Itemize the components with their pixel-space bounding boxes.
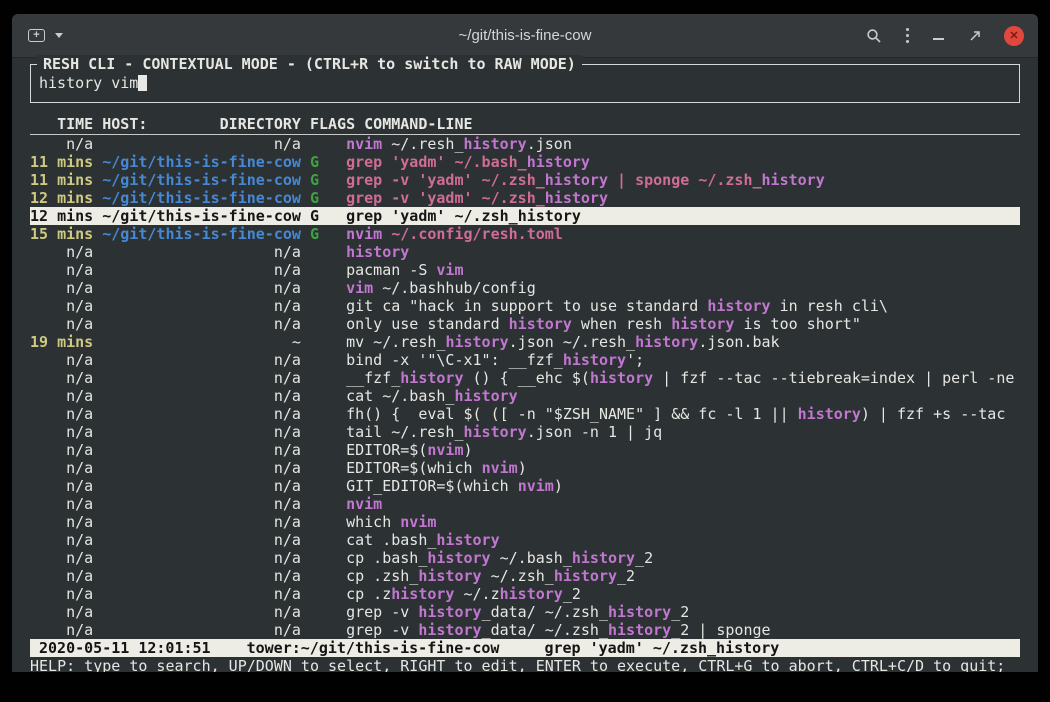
- history-rows: n/a n/a nvim ~/.resh_history.json11 mins…: [30, 135, 1020, 639]
- query-text: history vim: [39, 74, 138, 92]
- status-location: tower:~/git/this-is-fine-cow: [247, 639, 500, 657]
- terminal-content: RESH CLI - CONTEXTUAL MODE - (CTRL+R to …: [12, 58, 1038, 672]
- history-row[interactable]: n/a n/a cp .bash_history ~/.bash_history…: [30, 549, 1020, 567]
- history-row[interactable]: 11 mins ~/git/this-is-fine-cow G grep -v…: [30, 171, 1020, 189]
- chevron-down-icon: [55, 33, 63, 38]
- history-row[interactable]: n/a n/a history: [30, 243, 1020, 261]
- terminal-window: ~/git/this-is-fine-cow +: [12, 14, 1038, 672]
- history-row[interactable]: n/a n/a cat ~/.bash_history: [30, 387, 1020, 405]
- search-input[interactable]: history vim: [39, 74, 1011, 92]
- history-row[interactable]: n/a n/a which nvim: [30, 513, 1020, 531]
- history-row[interactable]: n/a n/a grep -v history_data/ ~/.zsh_his…: [30, 621, 1020, 639]
- history-row[interactable]: n/a n/a cp .zsh_history ~/.zsh_history_2: [30, 567, 1020, 585]
- status-bar: 2020-05-11 12:01:51 tower:~/git/this-is-f…: [30, 639, 1020, 657]
- history-row[interactable]: n/a n/a cp .zhistory ~/.zhistory_2: [30, 585, 1020, 603]
- history-row[interactable]: 12 mins ~/git/this-is-fine-cow G grep -v…: [30, 189, 1020, 207]
- titlebar: ~/git/this-is-fine-cow +: [12, 14, 1038, 58]
- status-command: grep 'yadm' ~/.zsh_history: [544, 639, 779, 657]
- help-line: HELP: type to search, UP/DOWN to select,…: [30, 657, 1020, 672]
- history-row[interactable]: n/a n/a nvim: [30, 495, 1020, 513]
- history-row[interactable]: 15 mins ~/git/this-is-fine-cow G nvim ~/…: [30, 225, 1020, 243]
- status-timestamp: 2020-05-11 12:01:51: [39, 639, 211, 657]
- history-row[interactable]: n/a n/a EDITOR=$(nvim): [30, 441, 1020, 459]
- history-row[interactable]: 12 mins ~/git/this-is-fine-cow G grep 'y…: [30, 207, 1020, 225]
- text-cursor: [138, 75, 147, 91]
- tab-list-dropdown-button[interactable]: [53, 31, 65, 40]
- history-row[interactable]: n/a n/a tail ~/.resh_history.json -n 1 |…: [30, 423, 1020, 441]
- search-button[interactable]: [864, 26, 884, 46]
- history-row[interactable]: n/a n/a fh() { eval $( ([ -n "$ZSH_NAME"…: [30, 405, 1020, 423]
- history-row[interactable]: n/a n/a pacman -S vim: [30, 261, 1020, 279]
- history-row[interactable]: n/a n/a vim ~/.bashhub/config: [30, 279, 1020, 297]
- history-row[interactable]: n/a n/a EDITOR=$(which nvim): [30, 459, 1020, 477]
- search-icon: [866, 28, 882, 44]
- table-header: TIME HOST: DIRECTORY FLAGS COMMAND-LINE: [30, 115, 1020, 135]
- restore-button[interactable]: [966, 27, 984, 45]
- history-row[interactable]: n/a n/a bind -x '"\C-x1": __fzf_history'…: [30, 351, 1020, 369]
- history-row[interactable]: n/a n/a git ca "hack in support to use s…: [30, 297, 1020, 315]
- history-row[interactable]: n/a n/a grep -v history_data/ ~/.zsh_his…: [30, 603, 1020, 621]
- history-row[interactable]: n/a n/a __fzf_history () { __ehc $(histo…: [30, 369, 1020, 387]
- kebab-menu-icon: [906, 28, 910, 44]
- close-button[interactable]: ✕: [1004, 26, 1024, 46]
- history-row[interactable]: n/a n/a nvim ~/.resh_history.json: [30, 135, 1020, 153]
- frame-title: RESH CLI - CONTEXTUAL MODE - (CTRL+R to …: [37, 55, 582, 73]
- history-row[interactable]: n/a n/a cat .bash_history: [30, 531, 1020, 549]
- history-row[interactable]: n/a n/a only use standard history when r…: [30, 315, 1020, 333]
- history-row[interactable]: 19 mins ~ mv ~/.resh_history.json ~/.res…: [30, 333, 1020, 351]
- new-tab-button[interactable]: +: [26, 27, 47, 44]
- menu-button[interactable]: [904, 26, 912, 46]
- search-frame: RESH CLI - CONTEXTUAL MODE - (CTRL+R to …: [30, 64, 1020, 103]
- minimize-icon: [933, 38, 944, 40]
- minimize-button[interactable]: [931, 30, 946, 42]
- history-row[interactable]: n/a n/a GIT_EDITOR=$(which nvim): [30, 477, 1020, 495]
- new-tab-icon: +: [28, 29, 45, 42]
- restore-icon: [968, 29, 982, 43]
- history-row[interactable]: 11 mins ~/git/this-is-fine-cow G grep 'y…: [30, 153, 1020, 171]
